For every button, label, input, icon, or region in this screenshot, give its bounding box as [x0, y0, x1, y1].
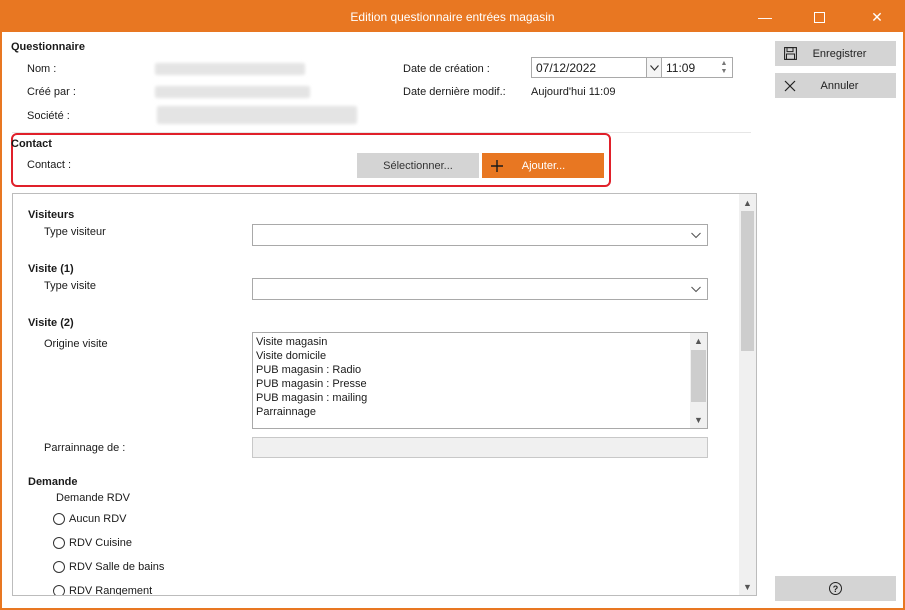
add-contact-button[interactable]: Ajouter...	[482, 153, 604, 178]
minimize-button[interactable]: —	[742, 2, 788, 32]
minimize-icon: —	[758, 9, 772, 25]
parrainnage-field	[252, 437, 708, 458]
type-visite-select[interactable]	[252, 278, 708, 300]
chevron-down-icon	[691, 286, 701, 293]
floppy-disk-icon	[783, 47, 797, 60]
maximize-icon	[813, 11, 825, 23]
date-dropdown-button[interactable]	[646, 58, 661, 77]
help-button[interactable]: ?	[775, 576, 896, 601]
date-creation-field[interactable]: 07/12/2022	[531, 57, 662, 78]
contact-section-title: Contact	[11, 138, 52, 150]
scroll-up-icon[interactable]: ▲	[739, 194, 756, 211]
cree-par-label: Créé par :	[27, 86, 76, 98]
radio-circle-icon	[53, 585, 65, 595]
close-icon: ✕	[871, 8, 883, 25]
spin-down-icon: ▼	[720, 67, 728, 75]
radio-rdv-rangement[interactable]: RDV Rangement	[53, 585, 152, 595]
date-creation-value: 07/12/2022	[536, 61, 597, 75]
demande-section-title: Demande	[28, 476, 78, 488]
list-item[interactable]: Visite domicile	[253, 349, 707, 363]
close-icon	[784, 80, 796, 91]
list-item[interactable]: PUB magasin : mailing	[253, 391, 707, 405]
time-spinner[interactable]: ▲ ▼	[716, 58, 732, 77]
parrainnage-label: Parrainnage de :	[44, 442, 126, 454]
cree-par-value-redacted	[155, 86, 310, 98]
dialog-window: Edition questionnaire entrées magasin — …	[0, 0, 905, 610]
origine-visite-listbox[interactable]: Visite magasin Visite domicile PUB magas…	[252, 332, 708, 429]
time-field[interactable]: 11:09 ▲ ▼	[661, 57, 733, 78]
list-item[interactable]: PUB magasin : Radio	[253, 363, 707, 377]
time-value: 11:09	[666, 61, 696, 75]
form-scrollbar[interactable]: ▲ ▼	[739, 194, 756, 595]
title-bar[interactable]: Edition questionnaire entrées magasin — …	[2, 2, 903, 32]
save-label: Enregistrer	[812, 47, 867, 60]
radio-rdv-cuisine[interactable]: RDV Cuisine	[53, 537, 132, 549]
origine-visite-label: Origine visite	[44, 338, 108, 350]
cancel-label: Annuler	[820, 79, 859, 92]
save-button[interactable]: Enregistrer	[775, 41, 896, 66]
scroll-up-icon[interactable]: ▲	[690, 333, 707, 349]
form-scroll-thumb[interactable]	[741, 211, 754, 351]
select-contact-button[interactable]: Sélectionner...	[357, 153, 479, 178]
contact-label: Contact :	[27, 159, 72, 171]
societe-field-redacted[interactable]	[157, 106, 357, 124]
visite2-section-title: Visite (2)	[28, 317, 74, 329]
form-panel[interactable]: Visiteurs Type visiteur Visite (1) Type …	[12, 193, 757, 596]
type-visiteur-select[interactable]	[252, 224, 708, 246]
radio-circle-icon	[53, 537, 65, 549]
listbox-scroll-thumb[interactable]	[691, 350, 706, 402]
listbox-scrollbar[interactable]: ▲ ▼	[690, 333, 707, 428]
cancel-button[interactable]: Annuler	[775, 73, 896, 98]
type-visite-label: Type visite	[44, 280, 96, 292]
date-modif-value: Aujourd'hui 11:09	[531, 86, 616, 98]
question-circle-icon: ?	[829, 582, 842, 595]
chevron-down-icon	[691, 232, 701, 239]
scroll-down-icon[interactable]: ▼	[739, 578, 756, 595]
chevron-down-icon	[649, 64, 659, 71]
visite1-section-title: Visite (1)	[28, 263, 74, 275]
nom-value-redacted	[155, 63, 305, 75]
maximize-button[interactable]	[796, 2, 842, 32]
type-visiteur-label: Type visiteur	[44, 226, 106, 238]
demande-rdv-label: Demande RDV	[56, 492, 130, 504]
nom-label: Nom :	[27, 63, 57, 75]
add-contact-label: Ajouter...	[521, 159, 566, 172]
radio-circle-icon	[53, 513, 65, 525]
scroll-down-icon[interactable]: ▼	[690, 412, 707, 428]
questionnaire-section-title: Questionnaire	[11, 41, 85, 53]
date-creation-label: Date de création :	[403, 63, 490, 75]
radio-rdv-salle-de-bains[interactable]: RDV Salle de bains	[53, 561, 164, 573]
radio-circle-icon	[53, 561, 65, 573]
spin-up-icon: ▲	[720, 59, 728, 67]
societe-label: Société :	[27, 110, 70, 122]
plus-icon	[491, 159, 503, 172]
date-modif-label: Date dernière modif.:	[403, 86, 506, 98]
radio-aucun-rdv[interactable]: Aucun RDV	[53, 513, 126, 525]
list-item[interactable]: Visite magasin	[253, 335, 707, 349]
list-item[interactable]: Parrainnage	[253, 405, 707, 419]
list-item[interactable]: PUB magasin : Presse	[253, 377, 707, 391]
close-window-button[interactable]: ✕	[854, 2, 900, 32]
visiteurs-section-title: Visiteurs	[28, 209, 75, 221]
